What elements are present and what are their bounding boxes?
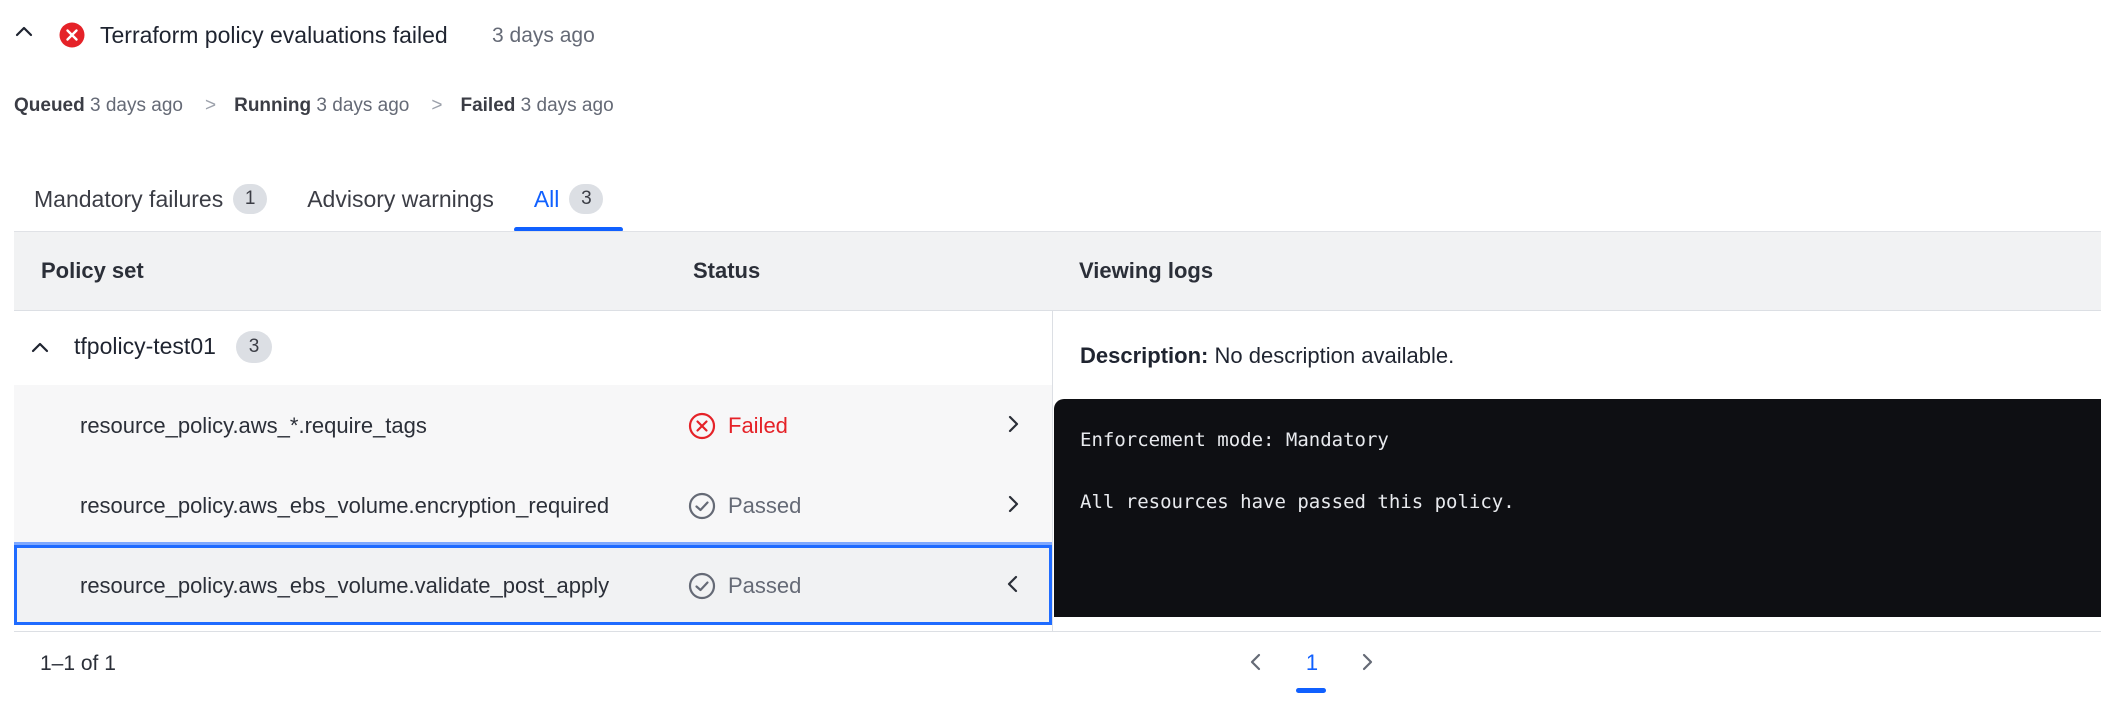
tab-count-badge: 3 [569,184,604,214]
tab-label: Mandatory failures [34,186,224,212]
step-separator: > [431,95,443,116]
table-header [14,231,2101,311]
policy-name: resource_policy.aws_ebs_volume.encryptio… [80,493,610,518]
status-label: Failed [728,413,788,438]
status-label: Passed [728,573,802,598]
status-passed: Passed [688,492,801,520]
tab-all[interactable]: All 3 [513,184,624,232]
description-value: No description available. [1214,343,1455,368]
page-number-current[interactable]: 1 [1296,650,1328,676]
status-passed: Passed [688,572,801,600]
chevron-left-icon[interactable] [1246,651,1266,673]
page-title: Terraform policy evaluations failed [100,22,448,48]
chevron-right-icon[interactable] [1003,494,1023,514]
policy-set-count-badge: 3 [236,331,272,363]
header-timestamp: 3 days ago [492,24,595,47]
status-failed: Failed [688,412,788,440]
run-steps: Queued 3 days ago > Running 3 days ago >… [14,95,614,117]
log-line: All resources have passed this policy. [1080,491,1515,513]
policy-description: Description: No description available. [1080,343,1454,369]
check-circle-icon [688,572,716,600]
status-label: Passed [728,493,802,518]
chevron-left-icon[interactable] [1003,574,1023,594]
step-queued: Queued 3 days ago [14,95,183,116]
policy-set-name: tfpolicy-test01 [74,333,216,359]
pagination-range: 1–1 of 1 [40,652,116,675]
column-header-status: Status [693,258,761,283]
policy-name: resource_policy.aws_ebs_volume.validate_… [80,573,610,598]
tab-advisory-warnings[interactable]: Advisory warnings [287,186,514,232]
policy-name: resource_policy.aws_*.require_tags [80,413,427,438]
table-footer [14,631,2101,711]
log-line: Enforcement mode: Mandatory [1080,429,1389,451]
check-circle-icon [688,492,716,520]
error-circle-icon [59,22,85,48]
current-page-indicator [1296,688,1326,693]
tab-count-badge: 1 [233,184,268,214]
tab-mandatory-failures[interactable]: Mandatory failures 1 [14,184,287,232]
description-label: Description: [1080,343,1209,368]
chevron-up-icon[interactable] [30,338,50,358]
column-header-viewing-logs: Viewing logs [1079,258,1214,283]
x-circle-icon [688,412,716,440]
step-separator: > [204,95,217,116]
tab-label: All [533,186,560,212]
chevron-right-icon[interactable] [1003,414,1023,434]
collapse-chevron-up-icon[interactable] [14,22,34,42]
column-divider [1052,311,1053,631]
step-failed: Failed 3 days ago [460,95,614,116]
chevron-right-icon[interactable] [1357,651,1377,673]
step-running: Running 3 days ago [234,95,410,116]
tab-label: Advisory warnings [307,186,494,212]
tab-list: Mandatory failures 1 Advisory warnings A… [14,184,624,232]
column-header-policy-set: Policy set [41,258,144,283]
